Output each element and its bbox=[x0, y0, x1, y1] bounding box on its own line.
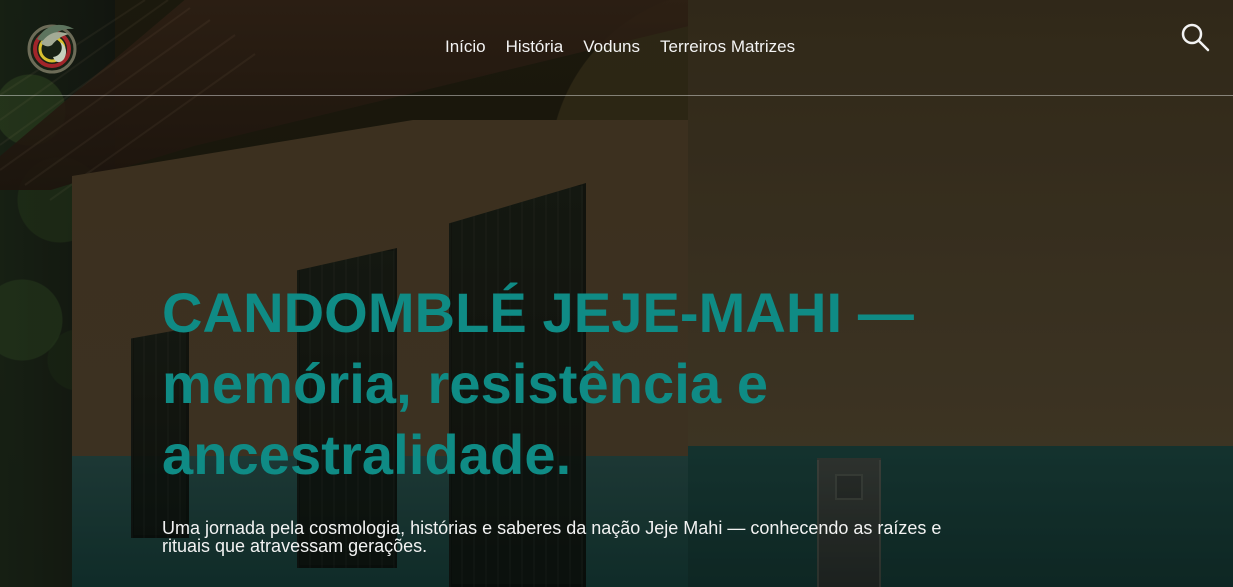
nav-item-voduns[interactable]: Voduns bbox=[583, 37, 640, 57]
nav-item-inicio[interactable]: Início bbox=[445, 37, 486, 57]
brand-logo-icon[interactable] bbox=[22, 14, 82, 78]
hero-subtitle: Uma jornada pela cosmologia, histórias e… bbox=[162, 518, 942, 556]
main-navigation: Início História Voduns Terreiros Matrize… bbox=[445, 37, 795, 57]
header-divider bbox=[0, 95, 1233, 96]
page-root: Início História Voduns Terreiros Matrize… bbox=[0, 0, 1233, 587]
hero-content: CANDOMBLÉ JEJE-MAHI — memória, resistênc… bbox=[162, 277, 942, 555]
nav-item-historia[interactable]: História bbox=[506, 37, 564, 57]
nav-item-terreiros-matrizes[interactable]: Terreiros Matrizes bbox=[660, 37, 795, 57]
hero-title: CANDOMBLÉ JEJE-MAHI — memória, resistênc… bbox=[162, 281, 914, 486]
search-icon[interactable] bbox=[1178, 20, 1212, 54]
